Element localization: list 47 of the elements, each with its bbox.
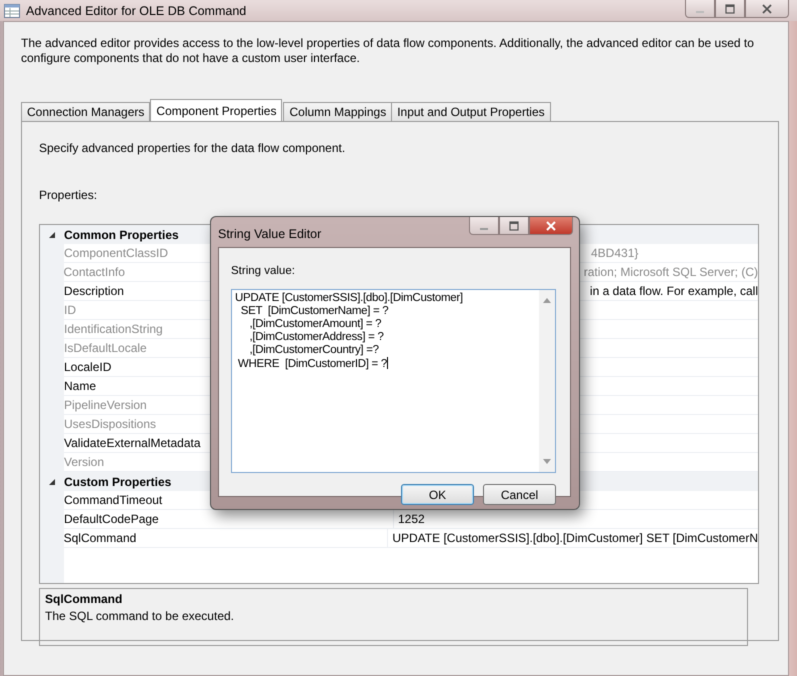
minimize-button[interactable]: [685, 0, 715, 18]
minimize-button[interactable]: [469, 217, 499, 235]
tab[interactable]: Connection Managers: [21, 102, 150, 121]
property-name[interactable]: Name: [64, 379, 96, 393]
property-value: 1252: [398, 512, 425, 526]
scrollbar[interactable]: [539, 290, 555, 472]
property-name[interactable]: LocaleID: [64, 360, 112, 374]
property-value: in a data flow. For example, call: [590, 284, 758, 298]
close-button[interactable]: [529, 217, 573, 235]
dialog-button[interactable]: Cancel: [483, 484, 556, 505]
property-value: UPDATE [CustomerSSIS].[dbo].[DimCustomer] SET [DimCustomerN: [392, 531, 758, 545]
tab[interactable]: Component Properties: [150, 99, 282, 121]
close-button[interactable]: [745, 0, 789, 18]
field-label: String value:: [231, 265, 296, 277]
dialog-button[interactable]: OK: [401, 484, 474, 505]
window-title: Advanced Editor for OLE DB Command: [26, 4, 246, 18]
property-value: 4BD431}: [591, 246, 638, 260]
window-grid-icon: [4, 4, 20, 18]
minimize-icon: [480, 228, 488, 230]
scroll-up-icon[interactable]: [543, 298, 551, 303]
tab[interactable]: Input and Output Properties: [391, 102, 551, 121]
category-name[interactable]: Custom Properties: [64, 474, 172, 488]
scroll-down-icon[interactable]: [543, 459, 551, 464]
property-name[interactable]: DefaultCodePage: [64, 512, 159, 526]
maximize-icon: [725, 4, 735, 14]
string-value-field[interactable]: UPDATE [CustomerSSIS].[dbo].[DimCustomer] SET [DimCustomerName] = ? ,[DimCustomerAmount] = ? ,[DimCustomerAddress] = ? ,[DimCustomerCountry] =? WHERE [DimCustomerID] = ?: [231, 289, 556, 473]
maximize-button[interactable]: [715, 0, 745, 18]
close-icon: [546, 220, 556, 230]
property-name[interactable]: CommandTimeout: [64, 493, 162, 507]
intro-text: The advanced editor provides access to the low-level properties of data flow components. Additionally, the advanced editor can be used to configure components that do not have a custom user interface.: [21, 36, 755, 66]
description-text: The SQL command to be executed.: [45, 609, 235, 623]
description-title: SqlCommand: [45, 592, 124, 606]
expand-triangle-icon[interactable]: [48, 478, 56, 486]
category-name[interactable]: Common Properties: [64, 228, 179, 242]
maximize-button[interactable]: [499, 217, 529, 235]
properties-label: Properties:: [39, 188, 98, 202]
maximize-icon: [509, 220, 519, 230]
property-name[interactable]: ValidateExternalMetadata: [64, 436, 201, 450]
dialog-title: String Value Editor: [218, 227, 322, 241]
minimize-icon: [696, 10, 704, 12]
property-name[interactable]: Description: [64, 284, 124, 298]
property-value: ration; Microsoft SQL Server; (C): [584, 265, 758, 279]
expand-triangle-icon[interactable]: [48, 230, 56, 238]
property-name[interactable]: SqlCommand: [64, 531, 136, 545]
close-icon: [762, 4, 772, 14]
instruction-text: Specify advanced properties for the data flow component.: [39, 141, 346, 155]
tab[interactable]: Column Mappings: [283, 102, 392, 121]
